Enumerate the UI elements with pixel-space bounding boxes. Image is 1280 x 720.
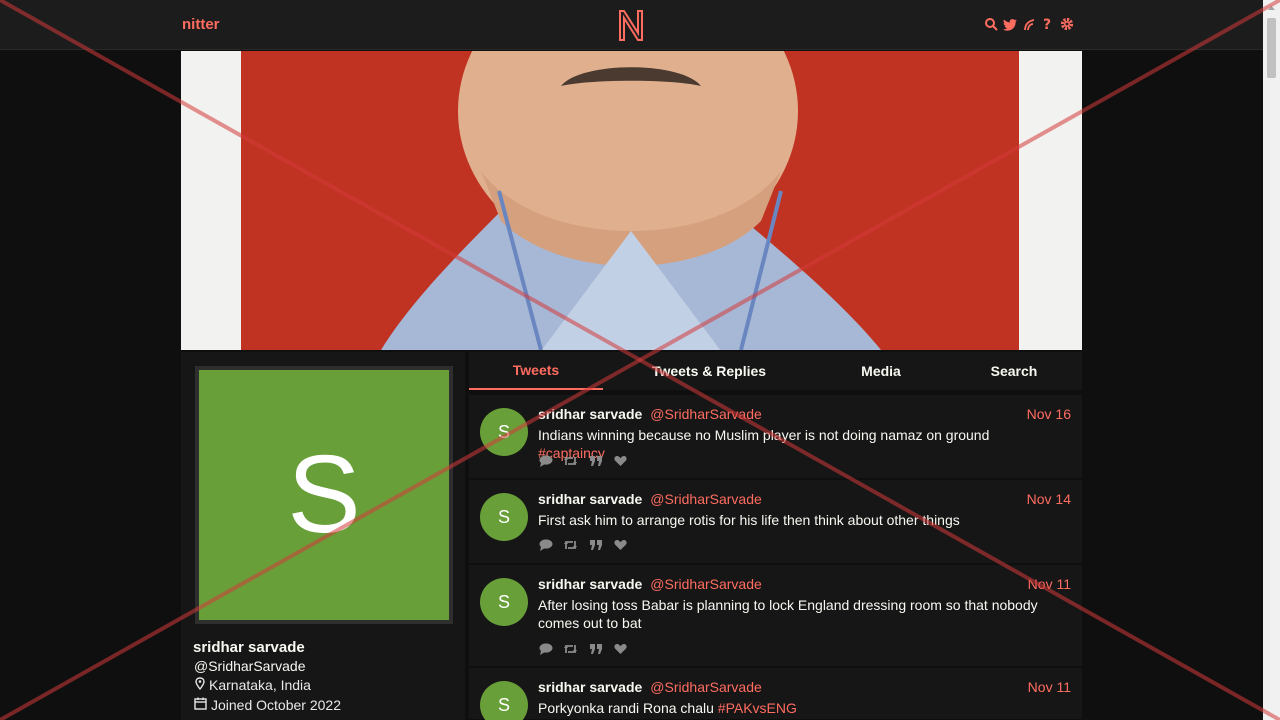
profile-joined: Joined October 2022	[194, 697, 341, 713]
tweet-author-name[interactable]: sridhar sarvade	[538, 679, 642, 695]
svg-text:?: ?	[1043, 17, 1051, 31]
profile-name[interactable]: sridhar sarvade	[193, 639, 305, 656]
tweet-item[interactable]: S sridhar sarvade @SridharSarvade Nov 11…	[469, 668, 1082, 720]
profile-banner[interactable]	[181, 51, 1082, 350]
tweet-body: Porkyonka randi Rona chalu	[538, 700, 718, 716]
settings-icon[interactable]	[1060, 16, 1074, 32]
tweet-avatar[interactable]: S	[480, 408, 528, 456]
nitter-logo-icon[interactable]	[616, 8, 646, 47]
tweet-body: First ask him to arrange rotis for his l…	[538, 512, 960, 528]
tab-bar: Tweets Tweets & Replies Media Search	[469, 352, 1082, 390]
tweet-date[interactable]: Nov 11	[1028, 679, 1071, 695]
like-icon[interactable]	[613, 538, 628, 552]
brand-link[interactable]: nitter	[182, 16, 220, 33]
tweet-author-handle[interactable]: @SridharSarvade	[650, 576, 762, 592]
top-navbar: nitter ?	[0, 0, 1263, 50]
profile-location: Karnataka, India	[195, 677, 311, 693]
tweet-author-handle[interactable]: @SridharSarvade	[650, 491, 762, 507]
tweet-body: Indians winning because no Muslim player…	[538, 427, 990, 443]
location-text: Karnataka, India	[209, 677, 311, 693]
quote-icon[interactable]	[588, 642, 603, 656]
retweet-icon[interactable]	[563, 642, 578, 656]
tweet-stats	[538, 642, 628, 656]
tweet-item[interactable]: S sridhar sarvade @SridharSarvade Nov 11…	[469, 565, 1082, 667]
calendar-icon	[194, 697, 207, 713]
tweet-author-handle[interactable]: @SridharSarvade	[650, 406, 762, 422]
tweet-item[interactable]: S sridhar sarvade @SridharSarvade Nov 16…	[469, 395, 1082, 479]
quote-icon[interactable]	[588, 538, 603, 552]
location-pin-icon	[195, 677, 205, 693]
tweet-body: After losing toss Babar is planning to l…	[538, 597, 1038, 631]
tweet-hashtag[interactable]: #PAKvsENG	[718, 700, 797, 716]
retweet-icon[interactable]	[563, 454, 578, 468]
tweet-date[interactable]: Nov 14	[1027, 491, 1071, 507]
like-icon[interactable]	[613, 642, 628, 656]
like-icon[interactable]	[613, 454, 628, 468]
timeline: Tweets Tweets & Replies Media Search S s…	[469, 352, 1082, 720]
avatar-initial: S	[287, 433, 361, 556]
tweet-text: First ask him to arrange rotis for his l…	[538, 511, 1058, 529]
tweet-author-name[interactable]: sridhar sarvade	[538, 576, 642, 592]
help-icon[interactable]: ?	[1041, 16, 1055, 32]
tweet-header: sridhar sarvade @SridharSarvade	[538, 406, 762, 422]
tweet-header: sridhar sarvade @SridharSarvade	[538, 679, 762, 695]
tweet-stats	[538, 538, 628, 552]
tweet-header: sridhar sarvade @SridharSarvade	[538, 491, 762, 507]
tweet-avatar[interactable]: S	[480, 681, 528, 720]
tweet-date[interactable]: Nov 16	[1027, 406, 1071, 422]
profile-card: S sridhar sarvade @SridharSarvade Karnat…	[181, 352, 465, 720]
retweet-icon[interactable]	[563, 538, 578, 552]
reply-icon[interactable]	[538, 538, 553, 552]
tweet-stats	[538, 454, 628, 468]
tweet-author-handle[interactable]: @SridharSarvade	[650, 679, 762, 695]
tab-search[interactable]: Search	[974, 352, 1054, 390]
tweet-text: Porkyonka randi Rona chalu #PAKvsENG	[538, 699, 1058, 717]
search-icon[interactable]	[984, 16, 998, 32]
tweet-date[interactable]: Nov 11	[1028, 576, 1071, 592]
tweet-item[interactable]: S sridhar sarvade @SridharSarvade Nov 14…	[469, 480, 1082, 564]
reply-icon[interactable]	[538, 454, 553, 468]
nav-icons: ?	[984, 16, 1074, 32]
tweet-header: sridhar sarvade @SridharSarvade	[538, 576, 762, 592]
tweet-author-name[interactable]: sridhar sarvade	[538, 491, 642, 507]
tweet-text: After losing toss Babar is planning to l…	[538, 596, 1058, 632]
tab-media[interactable]: Media	[839, 352, 923, 390]
page-scrollbar[interactable]	[1263, 0, 1280, 720]
tab-tweets[interactable]: Tweets	[469, 352, 603, 390]
tweet-avatar[interactable]: S	[480, 578, 528, 626]
reply-icon[interactable]	[538, 642, 553, 656]
profile-handle[interactable]: @SridharSarvade	[194, 658, 306, 674]
twitter-icon[interactable]	[1003, 16, 1017, 32]
quote-icon[interactable]	[588, 454, 603, 468]
tweet-author-name[interactable]: sridhar sarvade	[538, 406, 642, 422]
tweet-avatar[interactable]: S	[480, 493, 528, 541]
rss-icon[interactable]	[1022, 16, 1036, 32]
profile-avatar[interactable]: S	[195, 366, 453, 624]
joined-text: Joined October 2022	[211, 697, 341, 713]
scrollbar-thumb[interactable]	[1267, 18, 1276, 78]
scroll-up-arrow-icon[interactable]	[1263, 0, 1280, 17]
tab-tweets-replies[interactable]: Tweets & Replies	[629, 352, 789, 390]
